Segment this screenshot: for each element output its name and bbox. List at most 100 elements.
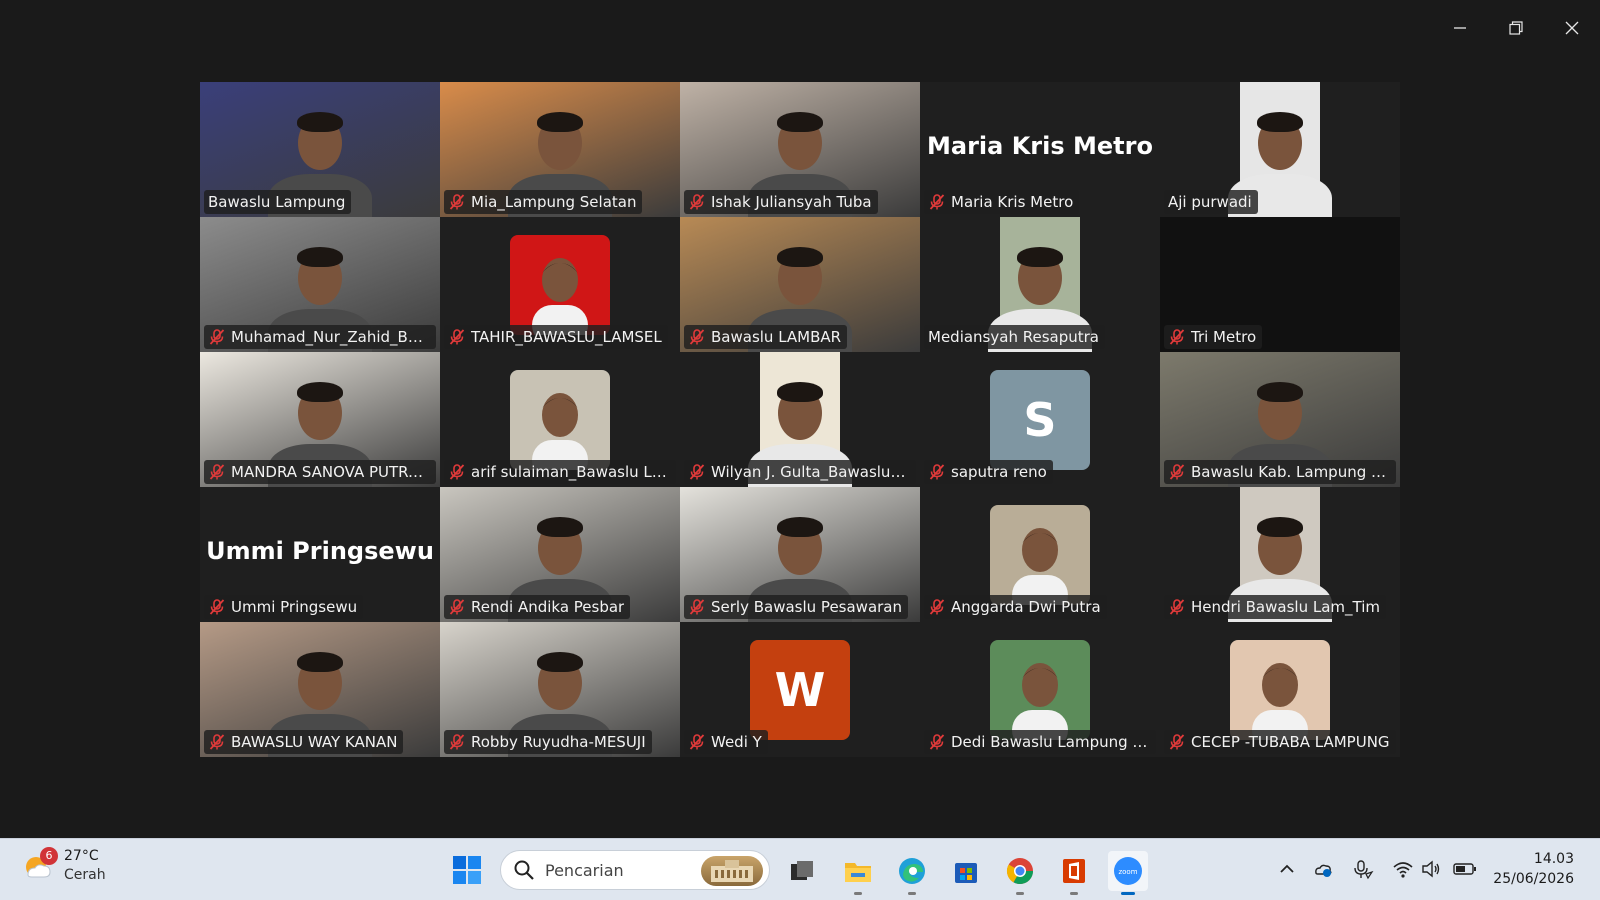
participant-tile[interactable]: Dedi Bawaslu Lampung Utara	[920, 622, 1160, 757]
participant-tile[interactable]: Aji purwadi	[1160, 82, 1400, 217]
edge-button[interactable]	[892, 851, 932, 895]
participant-name: Tri Metro	[1191, 328, 1257, 346]
zoom-button[interactable]: zoom	[1108, 851, 1148, 895]
participant-tile[interactable]: Serly Bawaslu Pesawaran	[680, 487, 920, 622]
search-input[interactable]	[545, 860, 695, 880]
participant-tile[interactable]: Rendi Andika Pesbar	[440, 487, 680, 622]
participant-name: Bawaslu Lampung	[208, 193, 346, 211]
participant-tile[interactable]: Maria Kris Metro Maria Kris Metro	[920, 82, 1160, 217]
participant-name-label: Hendri Bawaslu Lam_Tim	[1164, 595, 1386, 619]
mic-muted-icon	[689, 329, 705, 345]
participant-tile[interactable]: Tri Metro	[1160, 217, 1400, 352]
onedrive-button[interactable]	[1312, 853, 1334, 885]
participant-tile[interactable]: CECEP -TUBABA LAMPUNG	[1160, 622, 1400, 757]
participant-tile[interactable]: Hendri Bawaslu Lam_Tim	[1160, 487, 1400, 622]
restore-button[interactable]	[1488, 0, 1544, 56]
participant-tile[interactable]: MANDRA SANOVA PUTRA_B...	[200, 352, 440, 487]
minimize-button[interactable]	[1432, 0, 1488, 56]
participant-name: Dedi Bawaslu Lampung Utara	[951, 733, 1150, 751]
participant-name: Rendi Andika Pesbar	[471, 598, 625, 616]
participant-tile[interactable]: Mia_Lampung Selatan	[440, 82, 680, 217]
participant-tile[interactable]: Muhamad_Nur_Zahid_Bawa...	[200, 217, 440, 352]
participant-tile[interactable]: arif sulaiman_Bawaslu Lam-...	[440, 352, 680, 487]
participant-tile[interactable]: Ishak Juliansyah Tuba	[680, 82, 920, 217]
app-indicator	[1121, 892, 1135, 895]
wifi-button[interactable]	[1392, 853, 1414, 885]
participant-display-name: Maria Kris Metro	[927, 132, 1153, 160]
svg-text:zoom: zoom	[1118, 868, 1137, 876]
participant-avatar	[510, 370, 610, 470]
app-indicator	[854, 892, 862, 895]
mic-muted-icon	[1169, 734, 1185, 750]
mic-muted-icon	[689, 464, 705, 480]
participant-avatar	[510, 235, 610, 335]
office-button[interactable]	[1054, 851, 1094, 895]
participant-tile[interactable]: Mediansyah Resaputra	[920, 217, 1160, 352]
participant-avatar	[1230, 640, 1330, 740]
restore-icon	[1509, 21, 1523, 35]
participant-tile[interactable]: Bawaslu Kab. Lampung Utara	[1160, 352, 1400, 487]
system-clock[interactable]: 14.03 25/06/2026	[1493, 849, 1574, 889]
participant-name: BAWASLU WAY KANAN	[231, 733, 398, 751]
mic-muted-icon	[449, 464, 465, 480]
start-button[interactable]	[452, 855, 482, 885]
participant-tile[interactable]: Anggarda Dwi Putra	[920, 487, 1160, 622]
taskbar-search[interactable]	[500, 850, 770, 890]
battery-button[interactable]	[1452, 853, 1478, 885]
avatar-initial: S	[1023, 393, 1057, 447]
participant-tile[interactable]: W Wedi Y	[680, 622, 920, 757]
participant-name: MANDRA SANOVA PUTRA_B...	[231, 463, 430, 481]
file-explorer-button[interactable]	[838, 851, 878, 895]
participant-name: Mia_Lampung Selatan	[471, 193, 637, 211]
chrome-button[interactable]	[1000, 851, 1040, 895]
participant-name-label: saputra reno	[924, 460, 1053, 484]
microsoft-store-button[interactable]	[946, 851, 986, 891]
participant-tile[interactable]: Bawaslu Lampung	[200, 82, 440, 217]
participant-name: Serly Bawaslu Pesawaran	[711, 598, 903, 616]
participant-name: arif sulaiman_Bawaslu Lam-...	[471, 463, 670, 481]
participant-name: Bawaslu LAMBAR	[711, 328, 842, 346]
participant-name: Wilyan J. Gulta_Bawaslu Pesi...	[711, 463, 910, 481]
participant-tile[interactable]: Robby Ruyudha-MESUJI	[440, 622, 680, 757]
microphone-in-use-button[interactable]	[1352, 853, 1374, 885]
participant-name: saputra reno	[951, 463, 1047, 481]
participant-name-label: Wedi Y	[684, 730, 768, 754]
mic-muted-icon	[209, 464, 225, 480]
participant-name: Ummi Pringsewu	[231, 598, 358, 616]
participant-name-label: Mia_Lampung Selatan	[444, 190, 643, 214]
volume-button[interactable]	[1420, 853, 1442, 885]
wifi-icon	[1393, 862, 1413, 878]
chrome-icon	[1006, 858, 1034, 885]
participant-tile[interactable]: TAHIR_BAWASLU_LAMSEL	[440, 217, 680, 352]
participant-name-label: Bawaslu Lampung	[204, 190, 352, 214]
participant-name-label: Bawaslu LAMBAR	[684, 325, 848, 349]
weather-badge: 6	[40, 847, 58, 865]
participant-name: Bawaslu Kab. Lampung Utara	[1191, 463, 1390, 481]
weather-widget[interactable]: 6 27°C Cerah	[22, 847, 106, 885]
participant-tile[interactable]: Ssaputra reno	[920, 352, 1160, 487]
participant-name-label: Robby Ruyudha-MESUJI	[444, 730, 652, 754]
video-gallery: Bawaslu Lampung Mia_Lampung Selatan Ishak …	[200, 82, 1400, 757]
search-highlight-image	[701, 856, 763, 886]
participant-name-label: Anggarda Dwi Putra	[924, 595, 1107, 619]
participant-name-label: Ummi Pringsewu	[204, 595, 364, 619]
speaker-icon	[1422, 860, 1440, 878]
participant-tile[interactable]: Ummi Pringsewu Ummi Pringsewu	[200, 487, 440, 622]
task-view-button[interactable]	[782, 851, 822, 891]
participant-name: TAHIR_BAWASLU_LAMSEL	[471, 328, 662, 346]
participant-name-label: Serly Bawaslu Pesawaran	[684, 595, 909, 619]
participant-tile[interactable]: Wilyan J. Gulta_Bawaslu Pesi...	[680, 352, 920, 487]
participant-name-label: CECEP -TUBABA LAMPUNG	[1164, 730, 1396, 754]
mic-muted-icon	[689, 194, 705, 210]
participant-name-label: Aji purwadi	[1164, 190, 1258, 214]
show-hidden-icons-button[interactable]	[1276, 853, 1298, 885]
mic-muted-icon	[929, 599, 945, 615]
participant-tile[interactable]: Bawaslu LAMBAR	[680, 217, 920, 352]
participant-name: Wedi Y	[711, 733, 762, 751]
participant-name-label: Mediansyah Resaputra	[924, 325, 1105, 349]
avatar-initial: W	[774, 663, 826, 717]
weather-temp: 27°C	[64, 848, 99, 864]
participant-tile[interactable]: BAWASLU WAY KANAN	[200, 622, 440, 757]
close-button[interactable]	[1544, 0, 1600, 56]
participant-name-label: Bawaslu Kab. Lampung Utara	[1164, 460, 1396, 484]
